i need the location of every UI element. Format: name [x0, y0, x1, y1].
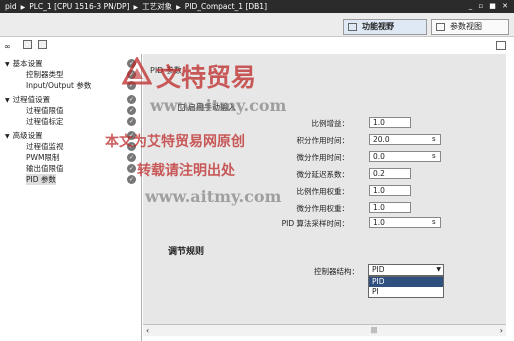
sidebar-item-label: 控制器类型	[26, 70, 64, 79]
sidebar-item-label: 高级设置	[12, 131, 43, 140]
check-icon: ✓	[127, 117, 136, 126]
window-controls[interactable]: _ ▫ ■ ✕	[469, 0, 510, 13]
navigation-sidebar: ▼ 基本设置 控制器类型 Input/Output 参数 ▼ 过程值设置 过程值限值…	[0, 54, 142, 341]
param-row-derivative-time: 微分作用时间： 0.0 s	[283, 151, 483, 163]
breadcrumb-plc[interactable]: PLC_1 [CPU 1516-3 PN/DP]	[29, 2, 129, 11]
sidebar-item-label: 过程值监视	[26, 142, 64, 151]
expand-triangle-icon: ▼	[5, 97, 10, 104]
param-row-derivative-weight: 微分作用权重： 1.0	[283, 202, 483, 214]
sidebar-item-pwm-limits[interactable]: PWM限制	[26, 152, 59, 163]
param-input[interactable]: 0.0	[369, 151, 441, 162]
breadcrumb-pid-compact[interactable]: PID_Compact_1 [DB1]	[185, 2, 267, 11]
param-row-proportional-gain: 比例增益： 1.0	[283, 117, 483, 129]
param-unit: s	[432, 135, 436, 143]
dropdown-option-pid[interactable]: PID	[369, 277, 443, 287]
sidebar-group-basic-settings[interactable]: ▼ 基本设置	[5, 58, 43, 69]
sidebar-item-controller-type[interactable]: 控制器类型	[26, 69, 64, 80]
check-icon: ✓	[127, 153, 136, 162]
chevron-down-icon[interactable]: ▼	[436, 265, 441, 275]
breadcrumb-project[interactable]: pid	[5, 2, 17, 11]
expand-triangle-icon: ▼	[5, 61, 10, 68]
sidebar-item-label: 过程值限值	[26, 106, 64, 115]
scroll-right-icon[interactable]: ›	[500, 326, 503, 335]
watermark-logo-icon	[122, 57, 152, 85]
sidebar-item-label: Input/Output 参数	[26, 81, 92, 90]
watermark-copyright: 本文为艾特贸易网原创	[105, 134, 245, 150]
scroll-left-icon[interactable]: ‹	[146, 326, 149, 335]
expand-triangle-icon: ▼	[5, 133, 10, 140]
param-label: 微分作用时间：	[296, 153, 350, 162]
param-input[interactable]: 20.0	[369, 134, 441, 145]
functional-view-icon	[348, 23, 357, 31]
check-icon: ✓	[127, 164, 136, 173]
panel-menu-icon[interactable]	[496, 41, 506, 50]
param-label: 比例增益：	[311, 119, 350, 128]
toolbar-icons: ∞	[4, 40, 51, 52]
sidebar-item-output-limits[interactable]: 输出值限值	[26, 163, 64, 174]
param-unit: s	[432, 218, 436, 226]
param-input[interactable]: 1.0	[369, 185, 411, 196]
sidebar-item-label: PWM限制	[26, 153, 60, 162]
param-unit: s	[432, 152, 436, 160]
param-label: 比例作用权重：	[296, 187, 350, 196]
param-input[interactable]: 1.0	[369, 217, 441, 228]
save-icon[interactable]	[22, 40, 32, 49]
param-row-proportional-weight: 比例作用权重： 1.0	[283, 185, 483, 197]
controller-structure-label: 控制器结构：	[314, 267, 359, 276]
param-label: 微分作用权重：	[296, 204, 350, 213]
sidebar-item-label: 基本设置	[12, 59, 43, 68]
title-bar: pid ▶ PLC_1 [CPU 1516-3 PN/DP] ▶ 工艺对象 ▶ PID_Co…	[0, 0, 514, 13]
param-input[interactable]: 1.0	[369, 202, 411, 213]
param-row-derivative-delay: 微分延迟系数： 0.2	[283, 168, 483, 180]
tab-parameter-view-label: 参数视图	[450, 22, 482, 31]
sidebar-item-label: 过程值设置	[12, 95, 51, 104]
sidebar-group-process-value[interactable]: ▼ 过程值设置	[5, 94, 50, 105]
param-label: 微分延迟系数：	[296, 170, 350, 179]
tuning-rules-heading: 调节规则	[168, 247, 205, 257]
tab-parameter-view[interactable]: 参数视图	[431, 19, 509, 35]
check-icon: ✓	[127, 106, 136, 115]
watermark-notice: 转载请注明出处	[137, 163, 235, 179]
sidebar-item-pv-scaling[interactable]: 过程值标定	[26, 116, 64, 127]
sidebar-item-pid-params[interactable]: PID 参数	[26, 174, 56, 185]
sidebar-item-label: 过程值标定	[26, 117, 64, 126]
watermark-url: www.aitmy.com	[145, 187, 282, 206]
param-label: PID 算法采样时间：	[281, 219, 349, 228]
breadcrumb-technology-objects[interactable]: 工艺对象	[142, 2, 172, 11]
sidebar-group-advanced-settings[interactable]: ▼ 高级设置	[5, 130, 43, 141]
sidebar-item-pv-monitoring[interactable]: 过程值监视	[26, 141, 64, 152]
param-row-integral-time: 积分作用时间： 20.0 s	[283, 134, 483, 146]
watermark-url: www.aitmy.com	[150, 96, 287, 115]
parameter-view-icon	[436, 23, 445, 31]
param-input[interactable]: 0.2	[369, 168, 411, 179]
dropdown-option-pi[interactable]: PI	[369, 287, 443, 297]
horizontal-scrollbar[interactable]: ‹ ||| ›	[143, 324, 506, 336]
check-icon: ✓	[127, 175, 136, 184]
select-value: PID	[372, 265, 385, 274]
tab-functional-view[interactable]: 功能视野	[343, 19, 427, 35]
check-icon: ✓	[127, 95, 136, 104]
view-tabs: 功能视野 参数视图	[0, 13, 514, 37]
param-label: 积分作用时间：	[296, 136, 350, 145]
tab-functional-view-label: 功能视野	[362, 22, 394, 31]
sidebar-item-label: PID 参数	[26, 175, 56, 184]
sidebar-item-pv-limits[interactable]: 过程值限值	[26, 105, 64, 116]
scroll-thumb-icon[interactable]: |||	[371, 327, 377, 334]
param-row-sampling-time: PID 算法采样时间： 1.0 s	[281, 217, 483, 229]
export-icon[interactable]	[38, 40, 48, 49]
watermark-brand: 文特贸易	[156, 63, 257, 92]
param-input[interactable]: 1.0	[369, 117, 411, 128]
sidebar-item-label: 输出值限值	[26, 164, 64, 173]
controller-structure-dropdown: PID PI	[368, 276, 444, 298]
sidebar-item-input-output[interactable]: Input/Output 参数	[26, 80, 91, 91]
glasses-icon[interactable]: ∞	[4, 43, 16, 52]
controller-structure-select[interactable]: PID ▼	[368, 264, 444, 276]
